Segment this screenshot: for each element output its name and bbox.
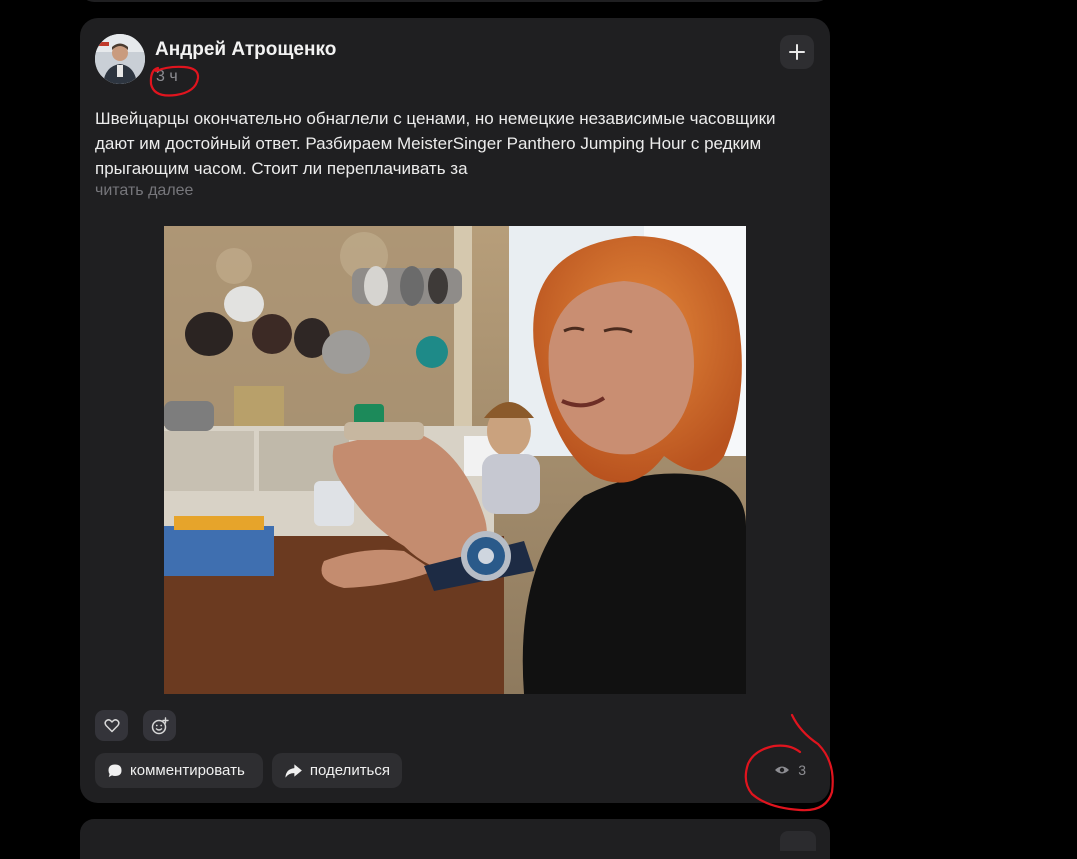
post-text: Швейцарцы окончательно обнаглели с ценам… (95, 109, 776, 178)
comment-button[interactable]: комментировать (95, 753, 263, 788)
share-arrow-icon (285, 763, 302, 778)
next-post-card (80, 819, 830, 859)
like-button[interactable] (95, 710, 128, 741)
plus-icon (789, 44, 805, 60)
next-post-add-button[interactable] (780, 831, 816, 851)
post-card: Андрей Атрощенко 3 ч Швейцарцы окончател… (80, 18, 830, 803)
view-count: 3 (798, 762, 806, 778)
add-button[interactable] (780, 35, 814, 69)
previous-post-card (80, 0, 830, 2)
read-more-link[interactable]: читать далее (95, 182, 193, 200)
comment-label: комментировать (130, 762, 245, 779)
add-reaction-button[interactable] (143, 710, 176, 741)
add-reaction-icon (151, 716, 169, 734)
author-avatar[interactable] (95, 34, 145, 84)
post-image[interactable] (164, 226, 746, 694)
share-label: поделиться (309, 762, 390, 779)
share-button[interactable]: поделиться (272, 753, 402, 788)
post-time[interactable]: 3 ч (156, 68, 178, 86)
avatar-photo (95, 34, 145, 84)
photo-woman-kitchen (164, 226, 746, 694)
author-name[interactable]: Андрей Атрощенко (155, 39, 336, 61)
heart-icon (103, 719, 120, 733)
view-counter: 3 (774, 762, 806, 778)
speech-bubble-icon (108, 764, 122, 777)
eye-icon (775, 766, 790, 774)
